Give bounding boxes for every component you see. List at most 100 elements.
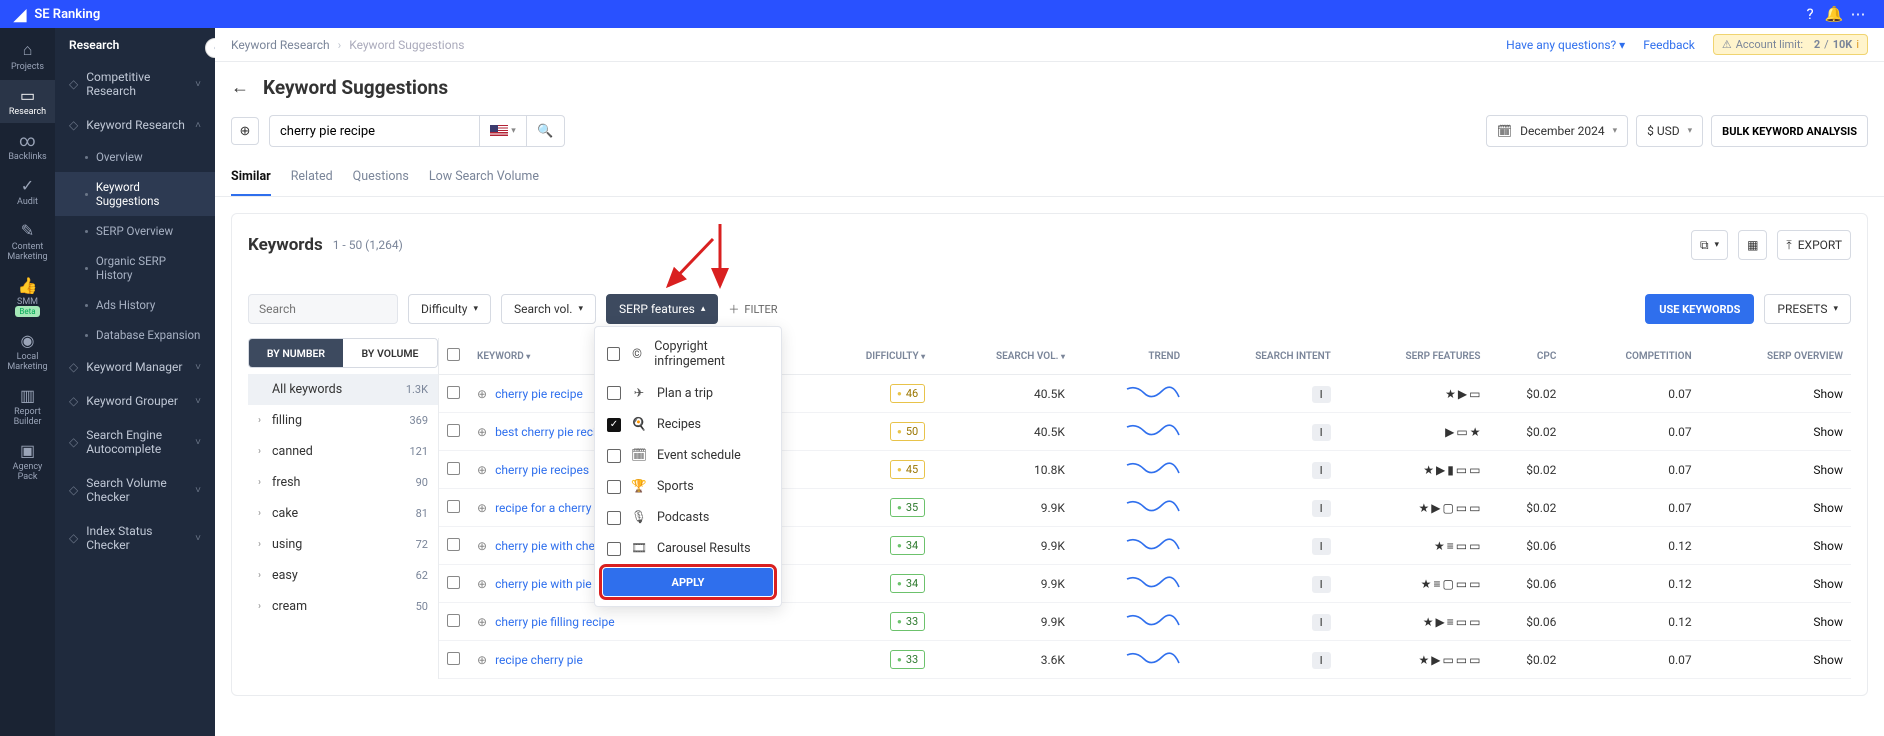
col-serp-features[interactable]: SERP FEATURES bbox=[1339, 338, 1489, 375]
col-search-vol-[interactable]: SEARCH VOL. ▾ bbox=[933, 338, 1073, 375]
serp-option-podcasts[interactable]: 🎙Podcasts bbox=[595, 502, 781, 533]
serp-features-filter[interactable]: SERP features ▴ bbox=[606, 294, 718, 324]
keyword-link[interactable]: cherry pie filling recipe bbox=[495, 615, 615, 629]
row-checkbox[interactable] bbox=[447, 576, 460, 589]
keyword-link[interactable]: cherry pie recipe bbox=[495, 387, 583, 401]
group-filter-fresh[interactable]: ›fresh90 bbox=[248, 467, 438, 498]
sidebar-group-keyword-research[interactable]: ◇Keyword Research˄ bbox=[55, 108, 215, 142]
add-keyword-button[interactable]: ⊕ bbox=[231, 117, 259, 145]
questions-link[interactable]: Have any questions? ▾ bbox=[1506, 38, 1625, 52]
rail-projects[interactable]: ⌂Projects bbox=[0, 34, 55, 78]
rail-agency-pack[interactable]: ▣Agency Pack bbox=[0, 435, 55, 488]
group-filter-using[interactable]: ›using72 bbox=[248, 529, 438, 560]
apply-button[interactable]: APPLY bbox=[603, 568, 773, 596]
export-button[interactable]: ⤒ EXPORT bbox=[1777, 230, 1851, 260]
keyword-input[interactable] bbox=[269, 115, 479, 147]
expand-row-icon[interactable]: ⊕ bbox=[477, 463, 487, 477]
presets-button[interactable]: PRESETS ▾ bbox=[1764, 294, 1851, 324]
serp-option-event-schedule[interactable]: 🗓Event schedule bbox=[595, 440, 781, 471]
sidebar-group-keyword-grouper[interactable]: ◇Keyword Grouper˅ bbox=[55, 384, 215, 418]
show-serp-link[interactable]: Show bbox=[1813, 425, 1843, 439]
show-serp-link[interactable]: Show bbox=[1813, 653, 1843, 667]
sidebar-item-keyword-suggestions[interactable]: Keyword Suggestions bbox=[55, 172, 215, 216]
crumb-0[interactable]: Keyword Research bbox=[231, 38, 330, 52]
col-trend[interactable]: TREND bbox=[1073, 338, 1188, 375]
sidebar-item-organic-serp-history[interactable]: Organic SERP History bbox=[55, 246, 215, 290]
sidebar-item-ads-history[interactable]: Ads History bbox=[55, 290, 215, 320]
col-competition[interactable]: COMPETITION bbox=[1564, 338, 1699, 375]
show-serp-link[interactable]: Show bbox=[1813, 539, 1843, 553]
rail-content-marketing[interactable]: ✎Content Marketing bbox=[0, 215, 55, 268]
select-all-checkbox[interactable] bbox=[447, 348, 460, 361]
group-filter-cake[interactable]: ›cake81 bbox=[248, 498, 438, 529]
group-filter-all-keywords[interactable]: All keywords1.3K bbox=[248, 374, 438, 405]
row-checkbox[interactable] bbox=[447, 386, 460, 399]
sidebar-group-keyword-manager[interactable]: ◇Keyword Manager˅ bbox=[55, 350, 215, 384]
tab-related[interactable]: Related bbox=[291, 161, 333, 196]
show-serp-link[interactable]: Show bbox=[1813, 577, 1843, 591]
volume-filter[interactable]: Search vol. ▾ bbox=[501, 294, 596, 324]
feedback-link[interactable]: Feedback bbox=[1643, 38, 1695, 52]
serp-option-copyright-infringement[interactable]: ©Copyright infringement bbox=[595, 331, 781, 377]
keyword-link[interactable]: cherry pie recipes bbox=[495, 463, 589, 477]
show-serp-link[interactable]: Show bbox=[1813, 501, 1843, 515]
show-serp-link[interactable]: Show bbox=[1813, 387, 1843, 401]
keyword-link[interactable]: cherry pie with pie fill bbox=[495, 577, 607, 591]
copy-button[interactable]: ⧉ ▾ bbox=[1691, 230, 1728, 260]
expand-row-icon[interactable]: ⊕ bbox=[477, 539, 487, 553]
keyword-link[interactable]: cherry pie with cherry bbox=[495, 539, 609, 553]
keyword-link[interactable]: best cherry pie recipe bbox=[495, 425, 609, 439]
columns-button[interactable]: ▦ bbox=[1738, 230, 1767, 260]
col-difficulty[interactable]: DIFFICULTY ▾ bbox=[809, 338, 933, 375]
back-button[interactable]: ← bbox=[231, 77, 249, 98]
sidebar-group-index-status-checker[interactable]: ◇Index Status Checker˅ bbox=[55, 514, 215, 562]
row-checkbox[interactable] bbox=[447, 424, 460, 437]
tab-questions[interactable]: Questions bbox=[353, 161, 409, 196]
serp-option-sports[interactable]: 🏆Sports bbox=[595, 471, 781, 502]
expand-row-icon[interactable]: ⊕ bbox=[477, 653, 487, 667]
show-serp-link[interactable]: Show bbox=[1813, 463, 1843, 477]
sidebar-group-search-engine-autocomplete[interactable]: ◇Search Engine Autocomplete˅ bbox=[55, 418, 215, 466]
filter-search-input[interactable] bbox=[248, 294, 398, 324]
serp-option-recipes[interactable]: ✓🍳Recipes bbox=[595, 409, 781, 440]
expand-row-icon[interactable]: ⊕ bbox=[477, 577, 487, 591]
search-button[interactable]: 🔍 bbox=[527, 115, 565, 147]
sidebar-group-search-volume-checker[interactable]: ◇Search Volume Checker˅ bbox=[55, 466, 215, 514]
col-serp-overview[interactable]: SERP OVERVIEW bbox=[1700, 338, 1851, 375]
sidebar-group-competitive-research[interactable]: ◇Competitive Research˅ bbox=[55, 60, 215, 108]
serp-option-carousel-results[interactable]: 🎞Carousel Results bbox=[595, 533, 781, 564]
currency-select[interactable]: $ USD ▾ bbox=[1636, 115, 1703, 147]
rail-report-builder[interactable]: ▥Report Builder bbox=[0, 380, 55, 433]
expand-row-icon[interactable]: ⊕ bbox=[477, 615, 487, 629]
more-icon[interactable]: ⋯ bbox=[1846, 5, 1870, 23]
row-checkbox[interactable] bbox=[447, 538, 460, 551]
expand-row-icon[interactable]: ⊕ bbox=[477, 387, 487, 401]
month-select[interactable]: 🗓 December 2024 ▾ bbox=[1486, 115, 1628, 147]
expand-row-icon[interactable]: ⊕ bbox=[477, 501, 487, 515]
rail-research[interactable]: ▭Research bbox=[0, 80, 55, 123]
expand-row-icon[interactable]: ⊕ bbox=[477, 425, 487, 439]
serp-option-plan-a-trip[interactable]: ✈Plan a trip bbox=[595, 377, 781, 409]
add-filter-button[interactable]: ＋ FILTER bbox=[728, 301, 777, 317]
col-cpc[interactable]: CPC bbox=[1488, 338, 1564, 375]
group-filter-canned[interactable]: ›canned121 bbox=[248, 436, 438, 467]
show-serp-link[interactable]: Show bbox=[1813, 615, 1843, 629]
by-number-toggle[interactable]: BY NUMBER bbox=[249, 339, 343, 367]
sidebar-item-database-expansion[interactable]: Database Expansion bbox=[55, 320, 215, 350]
tab-similar[interactable]: Similar bbox=[231, 161, 271, 196]
country-select[interactable]: ▾ bbox=[479, 115, 527, 147]
rail-smm[interactable]: 👍SMMBeta bbox=[0, 270, 55, 323]
tab-low-search-volume[interactable]: Low Search Volume bbox=[429, 161, 539, 196]
row-checkbox[interactable] bbox=[447, 500, 460, 513]
difficulty-filter[interactable]: Difficulty ▾ bbox=[408, 294, 491, 324]
rail-audit[interactable]: ✓Audit bbox=[0, 170, 55, 213]
sidebar-item-overview[interactable]: Overview bbox=[55, 142, 215, 172]
sidebar-item-serp-overview[interactable]: SERP Overview bbox=[55, 216, 215, 246]
group-filter-filling[interactable]: ›filling369 bbox=[248, 405, 438, 436]
by-volume-toggle[interactable]: BY VOLUME bbox=[343, 339, 437, 367]
bell-icon[interactable]: 🔔 bbox=[1822, 5, 1846, 23]
group-filter-cream[interactable]: ›cream50 bbox=[248, 591, 438, 622]
row-checkbox[interactable] bbox=[447, 462, 460, 475]
keyword-link[interactable]: recipe cherry pie bbox=[495, 653, 583, 667]
rail-backlinks[interactable]: ∞Backlinks bbox=[0, 125, 55, 168]
